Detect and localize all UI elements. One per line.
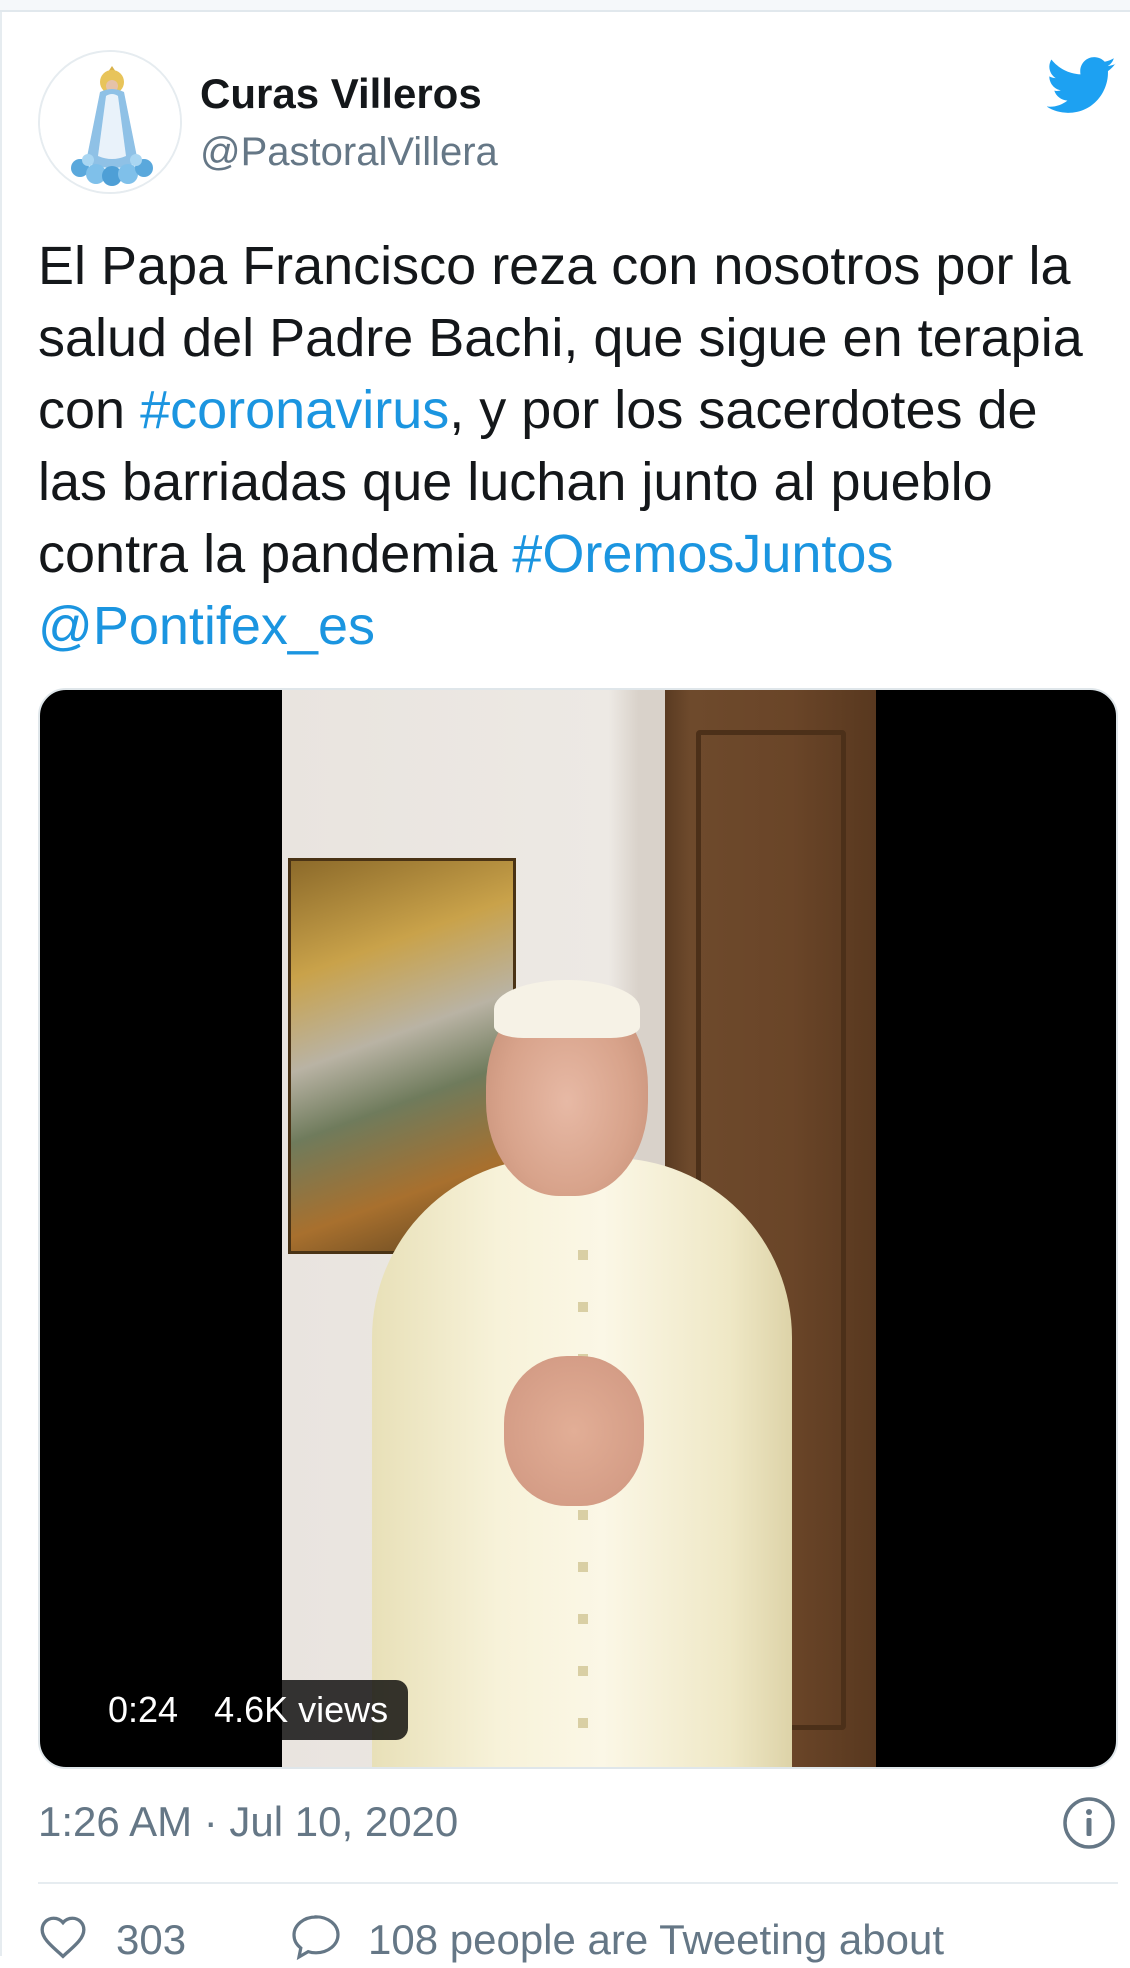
tweeting-about-text: 108 people are Tweeting about [368,1916,945,1963]
video-player[interactable]: 0:24 4.6K views [38,688,1118,1769]
twitter-bird-icon[interactable] [1047,56,1117,116]
video-figure-hands [504,1356,644,1506]
video-views: 4.6K views [214,1689,389,1730]
video-frame [282,690,876,1767]
virgin-mary-avatar-image [40,52,180,192]
tweet-actions: 303 108 people are Tweeting about [38,1912,1118,1968]
divider [38,1882,1118,1884]
speech-bubble-icon [292,1915,340,1961]
video-duration: 0:24 [108,1689,179,1730]
video-stats-badge: 0:24 4.6K views [80,1680,409,1740]
author-handle[interactable]: @PastoralVillera [200,130,498,175]
mention-pontifex-link[interactable]: @Pontifex_es [38,596,375,656]
heart-icon [40,1916,86,1959]
like-button[interactable]: 303 [38,1912,186,1968]
hashtag-oremosjuntos-link[interactable]: #OremosJuntos [512,524,893,584]
top-border [0,0,1130,12]
like-count: 303 [116,1916,187,1963]
info-icon[interactable] [1062,1796,1116,1850]
video-figure-zucchetto [494,980,640,1038]
tweeting-about-link[interactable]: 108 people are Tweeting about [290,1912,944,1968]
avatar[interactable] [38,50,182,194]
tweet-timestamp[interactable]: 1:26 AM · Jul 10, 2020 [38,1798,458,1846]
tweet-card[interactable]: Curas Villeros @PastoralVillera El Papa … [0,12,1130,1963]
author-name[interactable]: Curas Villeros [200,70,482,118]
tweet-text: El Papa Francisco reza con nosotros por … [38,230,1118,662]
hashtag-coronavirus-link[interactable]: #coronavirus [140,380,449,440]
